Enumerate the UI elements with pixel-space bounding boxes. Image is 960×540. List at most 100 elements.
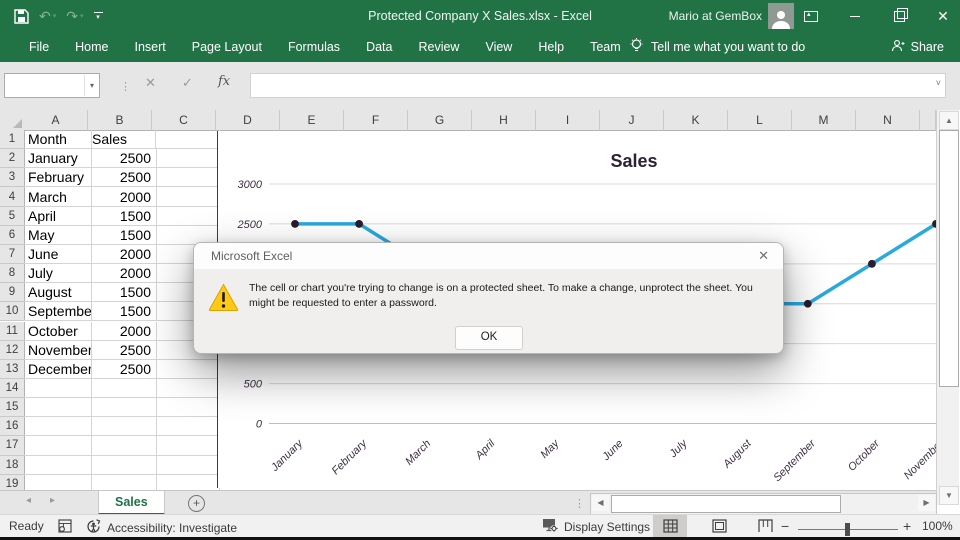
column-header-C[interactable]: C xyxy=(152,110,216,131)
cell-C5[interactable] xyxy=(152,207,220,226)
zoom-out-icon[interactable]: − xyxy=(781,518,789,534)
vertical-scrollbar-thumb[interactable] xyxy=(939,130,959,387)
row-header-4[interactable]: 4 xyxy=(0,187,25,206)
dialog-close-icon[interactable]: ✕ xyxy=(758,248,769,264)
cell-B14[interactable] xyxy=(88,379,157,398)
select-all-corner[interactable] xyxy=(0,110,25,131)
cell-B3[interactable]: 2500 xyxy=(88,168,157,187)
column-header-K[interactable]: K xyxy=(664,110,728,131)
redo-icon[interactable]: ↷▾ xyxy=(66,8,83,25)
row-header-2[interactable]: 2 xyxy=(0,149,25,168)
row-header-3[interactable]: 3 xyxy=(0,168,25,187)
data-point-october[interactable] xyxy=(868,260,876,268)
zoom-level[interactable]: 100% xyxy=(922,519,953,533)
cell-C19[interactable] xyxy=(152,475,220,490)
cell-A9[interactable]: August xyxy=(24,283,92,302)
cell-C13[interactable] xyxy=(152,360,220,379)
row-header-12[interactable]: 12 xyxy=(0,341,25,360)
column-header-J[interactable]: J xyxy=(600,110,664,131)
column-header-I[interactable]: I xyxy=(536,110,600,131)
cell-C16[interactable] xyxy=(152,417,220,436)
cell-C1[interactable] xyxy=(152,130,220,149)
row-header-14[interactable]: 14 xyxy=(0,379,25,398)
ribbon-tab-view[interactable]: View xyxy=(472,32,525,62)
column-header-partial[interactable] xyxy=(920,110,936,131)
cell-B5[interactable]: 1500 xyxy=(88,207,157,226)
column-header-E[interactable]: E xyxy=(280,110,344,131)
undo-icon[interactable]: ↶▾ xyxy=(39,8,56,25)
cell-B6[interactable]: 1500 xyxy=(88,226,157,245)
page-break-preview-button[interactable] xyxy=(748,515,782,537)
macro-record-icon[interactable] xyxy=(58,519,72,536)
signed-in-user[interactable]: Mario at GemBox xyxy=(669,0,762,32)
data-point-september[interactable] xyxy=(804,300,812,308)
cell-A19[interactable] xyxy=(24,475,92,490)
column-header-F[interactable]: F xyxy=(344,110,408,131)
column-header-L[interactable]: L xyxy=(728,110,792,131)
cell-B1[interactable]: Sales xyxy=(88,130,156,149)
row-header-18[interactable]: 18 xyxy=(0,456,25,475)
minimize-icon[interactable] xyxy=(838,0,872,32)
page-layout-view-button[interactable] xyxy=(702,515,736,537)
ribbon-tab-file[interactable]: File xyxy=(16,32,62,62)
data-point-january[interactable] xyxy=(291,220,299,228)
close-icon[interactable]: ✕ xyxy=(926,0,960,32)
cell-A2[interactable]: January xyxy=(24,149,92,168)
row-header-10[interactable]: 10 xyxy=(0,302,25,321)
row-header-11[interactable]: 11 xyxy=(0,322,25,341)
cell-A5[interactable]: April xyxy=(24,207,92,226)
cell-B4[interactable]: 2000 xyxy=(88,187,157,206)
cell-A13[interactable]: December xyxy=(24,360,92,379)
cell-B10[interactable]: 1500 xyxy=(88,302,157,321)
avatar[interactable] xyxy=(768,3,794,29)
cell-C17[interactable] xyxy=(152,436,220,455)
cell-A18[interactable] xyxy=(24,456,92,475)
column-header-M[interactable]: M xyxy=(792,110,856,131)
cell-C4[interactable] xyxy=(152,187,220,206)
column-header-D[interactable]: D xyxy=(216,110,280,131)
scroll-up-icon[interactable]: ▲ xyxy=(939,111,959,130)
insert-function-icon[interactable]: fx xyxy=(218,74,230,89)
row-header-19[interactable]: 19 xyxy=(0,475,25,490)
name-box-caret-icon[interactable]: ▾ xyxy=(84,75,99,96)
customize-quick-access-icon[interactable]: ▾ xyxy=(94,12,103,20)
horizontal-scrollbar-thumb[interactable] xyxy=(611,495,841,513)
column-header-G[interactable]: G xyxy=(408,110,472,131)
cell-C2[interactable] xyxy=(152,149,220,168)
cell-A4[interactable]: March xyxy=(24,187,92,206)
expand-formula-bar-icon[interactable]: ˅ xyxy=(936,78,941,88)
new-sheet-icon[interactable]: + xyxy=(188,495,205,512)
cell-A8[interactable]: July xyxy=(24,264,92,283)
cell-B18[interactable] xyxy=(88,456,157,475)
row-header-8[interactable]: 8 xyxy=(0,264,25,283)
chart-title[interactable]: Sales xyxy=(610,151,657,171)
previous-sheet-icon[interactable]: ◂ xyxy=(26,495,31,506)
enter-icon[interactable]: ✓ xyxy=(182,75,193,91)
save-icon[interactable] xyxy=(14,9,29,24)
ribbon-tab-formulas[interactable]: Formulas xyxy=(275,32,353,62)
column-header-A[interactable]: A xyxy=(24,110,88,131)
cell-A11[interactable]: October xyxy=(24,322,92,341)
row-header-13[interactable]: 13 xyxy=(0,360,25,379)
display-settings[interactable]: Display Settings xyxy=(542,518,650,536)
vertical-scrollbar[interactable]: ▲ ▼ xyxy=(936,110,959,505)
cell-B11[interactable]: 2000 xyxy=(88,322,157,341)
ribbon-tab-help[interactable]: Help xyxy=(525,32,577,62)
accessibility-status[interactable]: Accessibility: Investigate xyxy=(86,519,237,537)
cell-B7[interactable]: 2000 xyxy=(88,245,157,264)
cell-A6[interactable]: May xyxy=(24,226,92,245)
cell-C18[interactable] xyxy=(152,456,220,475)
cell-B12[interactable]: 2500 xyxy=(88,341,157,360)
row-header-5[interactable]: 5 xyxy=(0,207,25,226)
ribbon-tab-home[interactable]: Home xyxy=(62,32,121,62)
zoom-slider-handle[interactable] xyxy=(845,523,850,536)
next-sheet-icon[interactable]: ▸ xyxy=(50,495,55,506)
cell-A12[interactable]: November xyxy=(24,341,92,360)
normal-view-button[interactable] xyxy=(653,515,687,537)
row-header-7[interactable]: 7 xyxy=(0,245,25,264)
cell-A10[interactable]: September xyxy=(24,302,92,321)
row-header-15[interactable]: 15 xyxy=(0,398,25,417)
ribbon-tab-team[interactable]: Team xyxy=(577,32,634,62)
cancel-icon[interactable]: ✕ xyxy=(145,75,156,91)
cell-C14[interactable] xyxy=(152,379,220,398)
